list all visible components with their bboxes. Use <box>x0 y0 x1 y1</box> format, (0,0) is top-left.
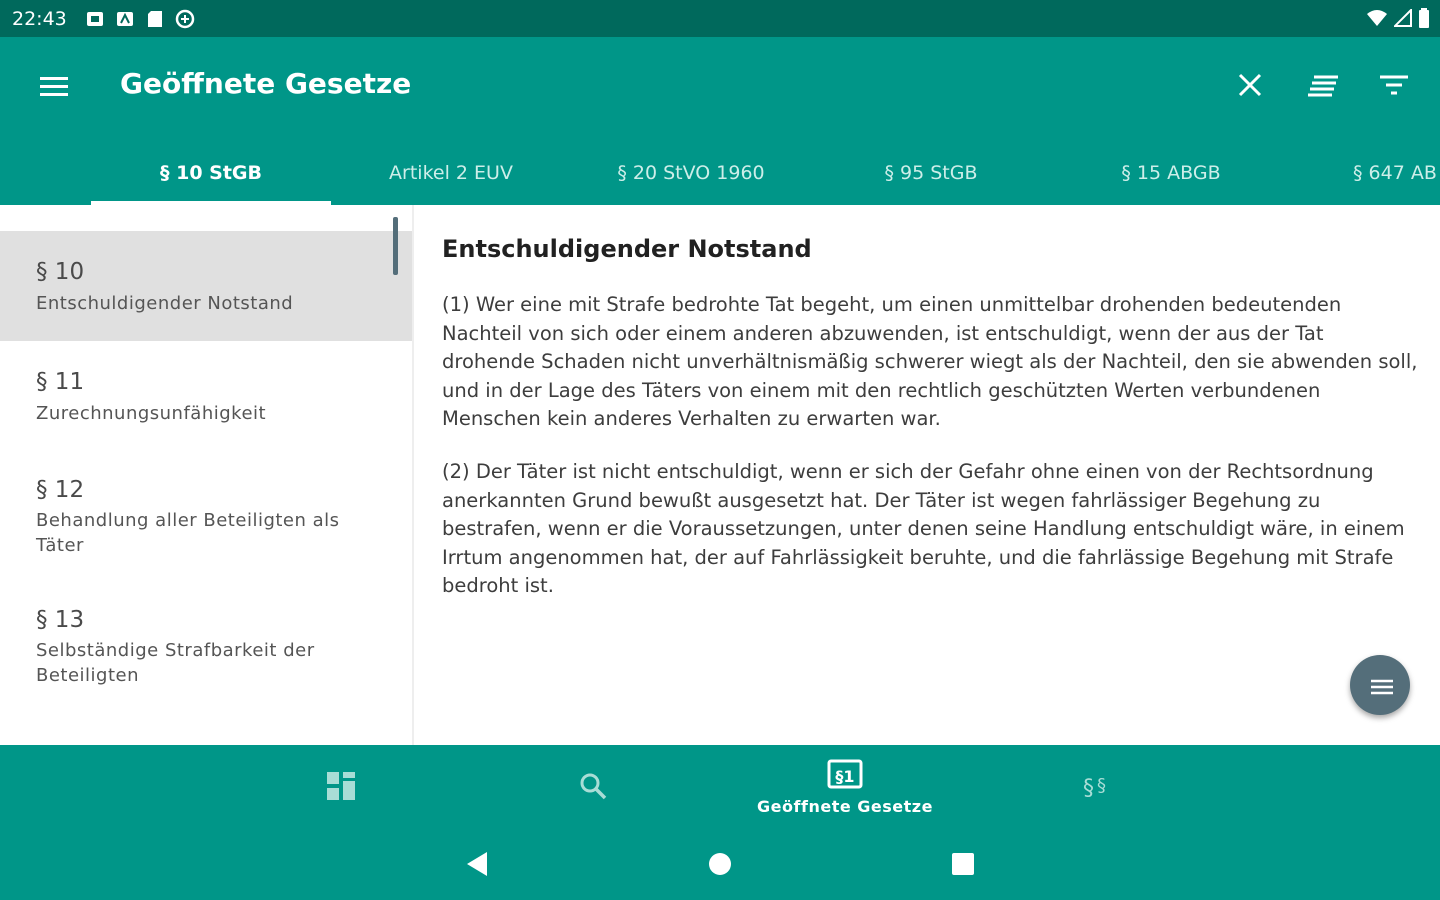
back-button[interactable] <box>457 849 497 879</box>
tab-20-stvo-1960[interactable]: § 20 StVO 1960 <box>571 140 811 205</box>
close-icon <box>1238 73 1262 97</box>
sort-button[interactable] <box>1304 65 1340 105</box>
tab-artikel-2-euv[interactable]: Artikel 2 EUV <box>331 140 571 205</box>
menu-button[interactable] <box>36 69 72 105</box>
toc-item-10[interactable]: § 10 Entschuldigender Notstand <box>0 231 412 341</box>
toc-item-number: § 12 <box>36 477 85 503</box>
toc-item-title: Selbständige Strafbarkeit der Beteiligte… <box>36 640 315 686</box>
status-right-icons <box>1366 7 1430 32</box>
toc-item-number: § 13 <box>36 607 85 633</box>
tab-10-stgb[interactable]: § 10 StGB <box>91 140 331 205</box>
filter-button[interactable] <box>1376 65 1412 105</box>
toc-item-title: Zurechnungsunfähigkeit <box>36 403 267 424</box>
nav-open-laws[interactable]: §1 Geöffnete Gesetze <box>719 745 971 827</box>
app-bar-actions <box>1232 65 1412 105</box>
paragraph-1: (1) Wer eine mit Strafe bedrohte Tat beg… <box>442 293 1418 430</box>
bottom-navigation: §1 Geöffnete Gesetze § § <box>0 745 1440 827</box>
wifi-icon <box>1366 9 1388 31</box>
notification-icon <box>115 9 135 29</box>
home-icon <box>709 853 731 875</box>
toc-item-number: § 10 <box>36 259 85 285</box>
nav-label: Geöffnete Gesetze <box>757 797 933 816</box>
toc-list[interactable]: § 10 Entschuldigender Notstand § 11 Zure… <box>0 205 414 745</box>
open-laws-icon: §1 <box>827 759 863 789</box>
toc-item-11[interactable]: § 11 Zurechnungsunfähigkeit <box>0 341 412 451</box>
hamburger-menu-icon <box>40 77 68 96</box>
tab-95-stgb[interactable]: § 95 StGB <box>811 140 1051 205</box>
home-button[interactable] <box>700 849 740 879</box>
filter-icon <box>1380 75 1408 95</box>
tab-bar: § 10 StGB Artikel 2 EUV § 20 StVO 1960 §… <box>0 140 1440 205</box>
status-bar: 22:43 <box>0 0 1440 37</box>
nav-search[interactable] <box>467 745 719 827</box>
toc-scrollbar[interactable] <box>393 217 398 275</box>
signal-icon <box>1392 7 1412 31</box>
dashboard-icon <box>327 772 355 800</box>
sort-icon <box>1308 75 1338 97</box>
toc-item-title: Entschuldigender Notstand <box>36 293 294 314</box>
svg-text:§: § <box>1083 776 1094 801</box>
sync-icon <box>175 9 195 29</box>
toc-item-12[interactable]: § 12 Behandlung aller Beteiligten als Tä… <box>0 451 412 581</box>
search-icon <box>580 773 607 800</box>
outline-fab[interactable] <box>1350 655 1410 715</box>
content-title: Entschuldigender Notstand <box>442 235 812 263</box>
tab-647-abgb[interactable]: § 647 AB <box>1290 140 1440 205</box>
app-bar-title: Geöffnete Gesetze <box>120 67 412 100</box>
tab-15-abgb[interactable]: § 15 ABGB <box>1051 140 1291 205</box>
toc-item-number: § 11 <box>36 369 85 395</box>
sd-card-icon <box>145 9 165 29</box>
nav-dashboard[interactable] <box>215 745 467 827</box>
recents-button[interactable] <box>943 849 983 879</box>
law-content: Entschuldigender Notstand (1) Wer eine m… <box>414 205 1440 745</box>
status-time: 22:43 <box>12 7 67 30</box>
paragraph-2: (2) Der Täter ist nicht entschuldigt, we… <box>442 460 1405 597</box>
battery-icon <box>1418 8 1430 32</box>
back-icon <box>467 852 487 876</box>
nav-paragraphs[interactable]: § § <box>973 745 1225 827</box>
status-left-icons <box>85 9 195 29</box>
svg-text:§: § <box>1097 775 1106 796</box>
recents-icon <box>952 853 974 875</box>
paragraphs-icon: § § <box>1083 775 1106 801</box>
notification-icon <box>85 9 105 29</box>
toc-item-title: Behandlung aller Beteiligten als Täter <box>36 510 340 556</box>
svg-text:§1: §1 <box>835 767 854 786</box>
close-button[interactable] <box>1232 65 1268 105</box>
list-icon <box>1371 679 1393 695</box>
system-navigation-bar <box>0 827 1440 900</box>
app-bar: Geöffnete Gesetze § 10 StGB Artikel 2 EU… <box>0 37 1440 205</box>
toc-item-13[interactable]: § 13 Selbständige Strafbarkeit der Betei… <box>0 581 412 721</box>
